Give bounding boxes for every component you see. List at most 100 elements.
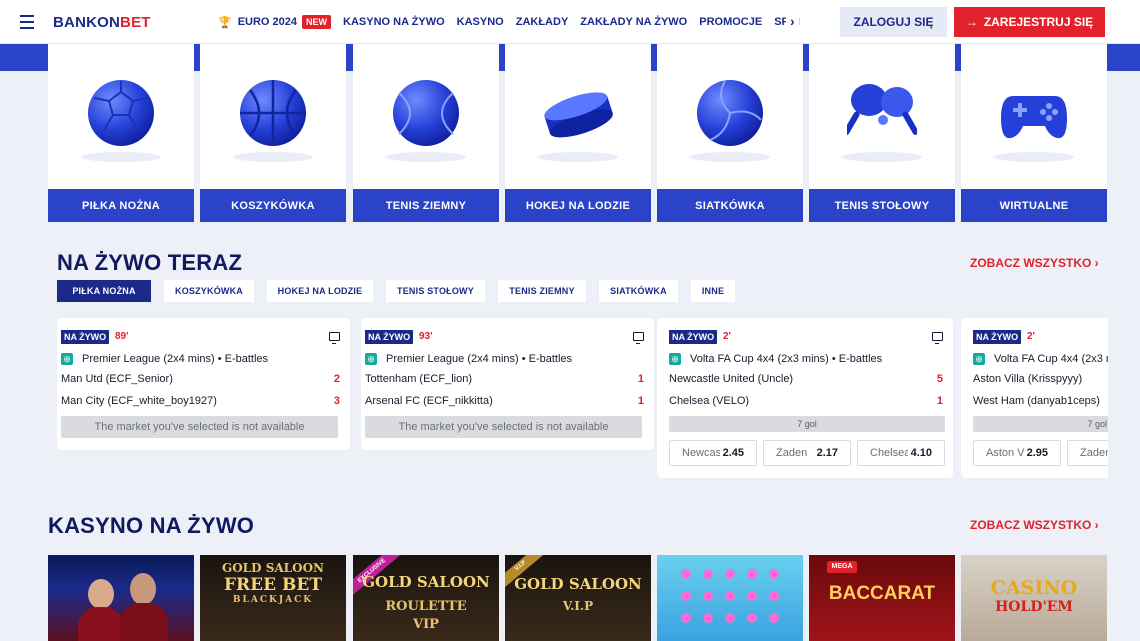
sport-card-hockey[interactable]: HOKEJ NA LODZIE: [505, 44, 651, 222]
sport-card-volleyball[interactable]: SIATKÓWKA: [657, 44, 803, 222]
sport-card-soccer[interactable]: PIŁKA NOŻNA: [48, 44, 194, 222]
casino-game-card[interactable]: CASINO HOLD'EM: [961, 555, 1107, 641]
league-name: ⊕ Premier League (2x4 mins) • E-battles: [61, 353, 268, 365]
sport-label: WIRTUALNE: [961, 189, 1107, 222]
nav-label: EURO 2024: [237, 16, 298, 28]
tab-other[interactable]: INNE: [691, 280, 735, 302]
market-unavailable: The market you've selected is not availa…: [61, 416, 338, 438]
game-title-line: BACCARAT: [828, 583, 936, 604]
tab-tennis[interactable]: TENIS ZIEMNY: [498, 280, 586, 302]
tab-table-tennis[interactable]: TENIS STOŁOWY: [386, 280, 485, 302]
casino-game-card[interactable]: MEGA BACCARAT: [809, 555, 955, 641]
game-title-line: GOLD SALOON: [362, 573, 490, 591]
globe-icon: ⊕: [669, 353, 681, 365]
tab-soccer[interactable]: PIŁKA NOŻNA: [57, 280, 151, 302]
live-badge: NA ŻYWO: [61, 330, 110, 344]
nav-live-bets[interactable]: ZAKŁADY NA ŻYWO: [580, 16, 687, 28]
site-logo[interactable]: BANKONBET: [53, 14, 151, 31]
market-unavailable: The market you've selected is not availa…: [365, 416, 642, 438]
market-name: 7 gol: [669, 416, 945, 432]
odd-name: Aston Villa: [986, 447, 1024, 459]
trophy-icon: 🏆: [218, 16, 232, 29]
match-minute: 89': [115, 331, 129, 342]
menu-icon[interactable]: [20, 15, 34, 29]
sport-label: KOSZYKÓWKA: [200, 189, 346, 222]
new-badge: NEW: [302, 15, 332, 29]
away-team: Man City (ECF_white_boy1927): [61, 395, 217, 407]
odd-button[interactable]: Chelsea 4.10: [857, 440, 945, 466]
home-score: 5: [936, 373, 943, 385]
match-card[interactable]: NA ŻYWO 2' ⊕ Volta FA Cup 4x4 (2x3 mins) …: [961, 318, 1108, 478]
casino-see-all-link[interactable]: ZOBACZ WSZYSTKO ›: [970, 518, 1099, 532]
game-title-line: CASINO: [990, 577, 1078, 599]
game-title-line: GOLD SALOON: [514, 575, 642, 593]
gamepad-icon: [1001, 96, 1067, 139]
register-label: ZAREJESTRUJ SIĘ: [983, 15, 1094, 29]
sport-card-table-tennis[interactable]: TENIS STOŁOWY: [809, 44, 955, 222]
league-name: ⊕ Premier League (2x4 mins) • E-battles: [365, 353, 572, 365]
odds-row: Aston Villa2.95 Żaden: [973, 440, 1108, 466]
nav-promotions[interactable]: PROMOCJE: [699, 16, 762, 28]
match-card[interactable]: NA ŻYWO 2' ⊕ Volta FA Cup 4x4 (2x3 mins) …: [657, 318, 953, 478]
slot-symbols: [675, 563, 785, 633]
tv-icon[interactable]: [932, 332, 943, 344]
tv-icon[interactable]: [329, 332, 340, 344]
nav-live-casino[interactable]: KASYNO NA ŻYWO: [343, 16, 445, 28]
home-team: Man Utd (ECF_Senior): [61, 373, 173, 385]
nav-bets[interactable]: ZAKŁADY: [516, 16, 569, 28]
odd-name: Żaden: [776, 447, 808, 459]
home-score: 1: [637, 373, 644, 385]
odd-button[interactable]: Żaden: [1067, 440, 1108, 466]
login-button[interactable]: ZALOGUJ SIĘ: [840, 7, 947, 37]
casino-game-card[interactable]: EXCLUSIVE GOLD SALOON ROULETTE VIP: [353, 555, 499, 641]
casino-game-card[interactable]: [657, 555, 803, 641]
league-label: Volta FA Cup 4x4 (2x3 mins) • E-battles: [690, 353, 883, 365]
match-card[interactable]: NA ŻYWO 93' ⊕ Premier League (2x4 mins) •…: [361, 318, 654, 450]
casino-game-card[interactable]: GOLD SALOON FREE BET BLACKJACK: [200, 555, 346, 641]
odd-value: 2.45: [722, 447, 744, 459]
sport-card-tennis[interactable]: TENIS ZIEMNY: [353, 44, 499, 222]
sport-card-basketball[interactable]: KOSZYKÓWKA: [200, 44, 346, 222]
casino-game-card[interactable]: V.I.P GOLD SALOON V.I.P: [505, 555, 651, 641]
league-label: Premier League (2x4 mins) • E-battles: [386, 353, 573, 365]
hockey-puck-icon: [544, 92, 613, 138]
basketball-icon: [240, 80, 306, 146]
dealer-figure: [88, 579, 114, 609]
live-see-all-link[interactable]: ZOBACZ WSZYSTKO ›: [970, 256, 1099, 270]
icon-shadow: [233, 152, 313, 162]
odd-value: 4.10: [910, 447, 932, 459]
logo-part-1: BANKON: [53, 14, 121, 31]
odd-button[interactable]: Żaden 2.17: [763, 440, 851, 466]
tennis-ball-icon: [393, 80, 459, 146]
game-title-line: HOLD'EM: [995, 599, 1073, 615]
live-badge: NA ŻYWO: [973, 330, 1022, 344]
odd-button[interactable]: Newcastle United2.45: [669, 440, 757, 466]
odd-value: 2.17: [816, 447, 838, 459]
nav-scroll-right-icon[interactable]: ›: [786, 13, 799, 29]
icon-shadow: [386, 152, 466, 162]
tab-hockey[interactable]: HOKEJ NA LODZIE: [267, 280, 373, 302]
logo-part-2: BET: [120, 14, 151, 31]
home-score: 2: [333, 373, 340, 385]
tab-basketball[interactable]: KOSZYKÓWKA: [164, 280, 254, 302]
nav-euro-2024[interactable]: 🏆 EURO 2024 NEW: [218, 15, 332, 29]
tab-volleyball[interactable]: SIATKÓWKA: [599, 280, 678, 302]
game-title-line: ROULETTE: [385, 599, 467, 614]
market-name: 7 gol: [973, 416, 1108, 432]
nav-casino[interactable]: KASYNO: [457, 16, 504, 28]
sport-label: TENIS STOŁOWY: [809, 189, 955, 222]
odd-button[interactable]: Aston Villa2.95: [973, 440, 1061, 466]
casino-game-card[interactable]: [48, 555, 194, 641]
away-score: 3: [333, 395, 340, 407]
sport-card-virtual[interactable]: WIRTUALNE: [961, 44, 1107, 222]
dealer-figure: [78, 607, 124, 641]
away-score: 1: [637, 395, 644, 407]
tv-icon[interactable]: [633, 332, 644, 344]
arrow-right-icon: →: [965, 15, 978, 29]
register-button[interactable]: → ZAREJESTRUJ SIĘ: [954, 7, 1105, 37]
game-title-line: VIP: [413, 617, 439, 632]
game-title-line: FREE BET: [223, 575, 322, 595]
match-card[interactable]: NA ŻYWO 89' ⊕ Premier League (2x4 mins) •…: [57, 318, 350, 450]
icon-shadow: [994, 152, 1074, 162]
globe-icon: ⊕: [61, 353, 73, 365]
